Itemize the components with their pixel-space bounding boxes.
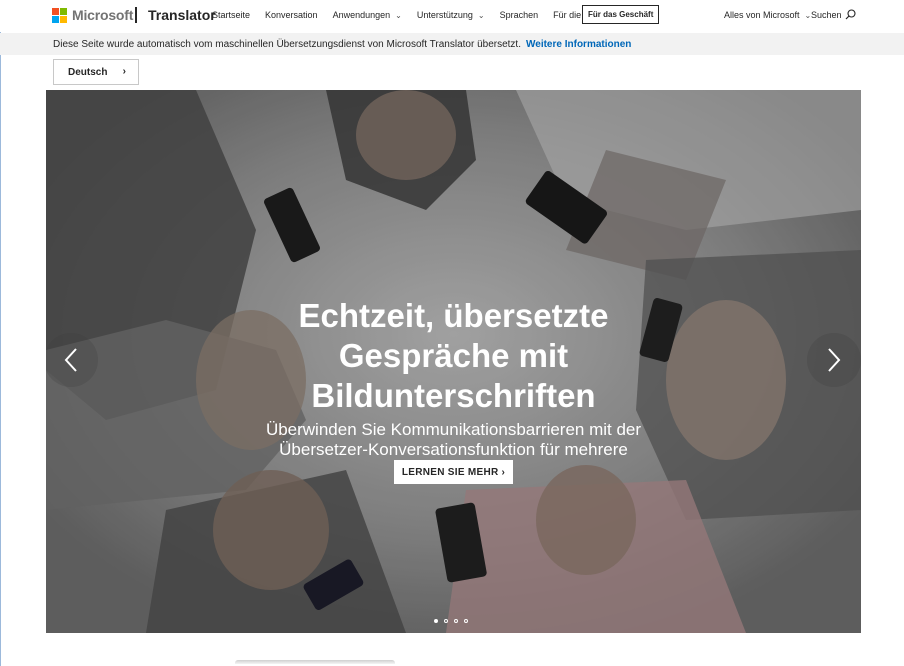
machine-translation-notice: Diese Seite wurde automatisch vom maschi… (0, 33, 904, 55)
hero-title: Echtzeit, übersetzte Gespräche mit Bildu… (298, 297, 609, 414)
next-section-hint (235, 660, 395, 664)
all-microsoft-menu[interactable]: Alles von Microsoft ⌄ (724, 10, 811, 20)
learn-more-label: LERNEN SIE MEHR (401, 466, 499, 478)
hero-carousel: Echtzeit, übersetzte Gespräche mit Bildu… (46, 90, 861, 633)
microsoft-logo[interactable]: Microsoft (52, 7, 133, 23)
search-label: Suchen (811, 9, 842, 20)
all-microsoft-label: Alles von Microsoft (724, 10, 800, 20)
carousel-indicators (434, 619, 474, 623)
carousel-previous-button[interactable] (46, 333, 98, 387)
nav-label: Sprachen (499, 10, 539, 20)
carousel-dot-2[interactable] (444, 619, 448, 623)
carousel-dot-3[interactable] (454, 619, 458, 623)
language-value: Deutsch (68, 66, 108, 78)
more-info-link[interactable]: Weitere Informationen (526, 39, 631, 50)
nav-item-anwendungen[interactable]: Anwendungen ⌄ (333, 10, 402, 20)
translation-notice-text: Diese Seite wurde automatisch vom maschi… (53, 38, 521, 50)
carousel-dot-1[interactable] (434, 619, 438, 623)
learn-more-button[interactable]: LERNEN SIE MEHR › (394, 460, 513, 484)
product-name[interactable]: Translator (148, 7, 216, 23)
nav-label: Unterstützung (416, 10, 473, 20)
nav-item-konversation[interactable]: Konversation (265, 10, 318, 20)
language-selector[interactable]: Deutsch › (53, 59, 139, 85)
site-header: Microsoft Translator Startseite Konversa… (0, 0, 904, 32)
chevron-left-icon (64, 348, 77, 372)
chevron-right-icon: › (501, 466, 506, 478)
business-button[interactable]: Für das Geschäft (582, 5, 660, 24)
chevron-right-icon (828, 348, 841, 372)
nav-label: Konversation (265, 10, 318, 20)
nav-item-startseite[interactable]: Startseite (212, 10, 250, 20)
chevron-right-icon: › (122, 66, 126, 77)
header-divider (135, 7, 137, 23)
nav-label: Anwendungen (332, 10, 391, 20)
main-nav: Startseite Konversation Anwendungen ⌄ Unt… (212, 10, 629, 20)
microsoft-wordmark: Microsoft (72, 7, 134, 23)
carousel-dot-4[interactable] (464, 619, 468, 623)
search-button[interactable]: Suchen (811, 9, 856, 20)
carousel-next-button[interactable] (807, 333, 861, 387)
nav-item-unterstuetzung[interactable]: Unterstützung ⌄ (417, 10, 485, 20)
chevron-down-icon: ⌄ (395, 10, 402, 20)
chevron-down-icon: ⌄ (477, 10, 485, 20)
microsoft-logo-icon (52, 7, 67, 23)
window-edge (0, 0, 1, 666)
hero-text: Echtzeit, übersetzte Gespräche mit Bildu… (46, 296, 861, 480)
nav-item-sprachen[interactable]: Sprachen (500, 10, 539, 20)
nav-label: Startseite (212, 10, 251, 20)
search-icon (845, 9, 856, 20)
